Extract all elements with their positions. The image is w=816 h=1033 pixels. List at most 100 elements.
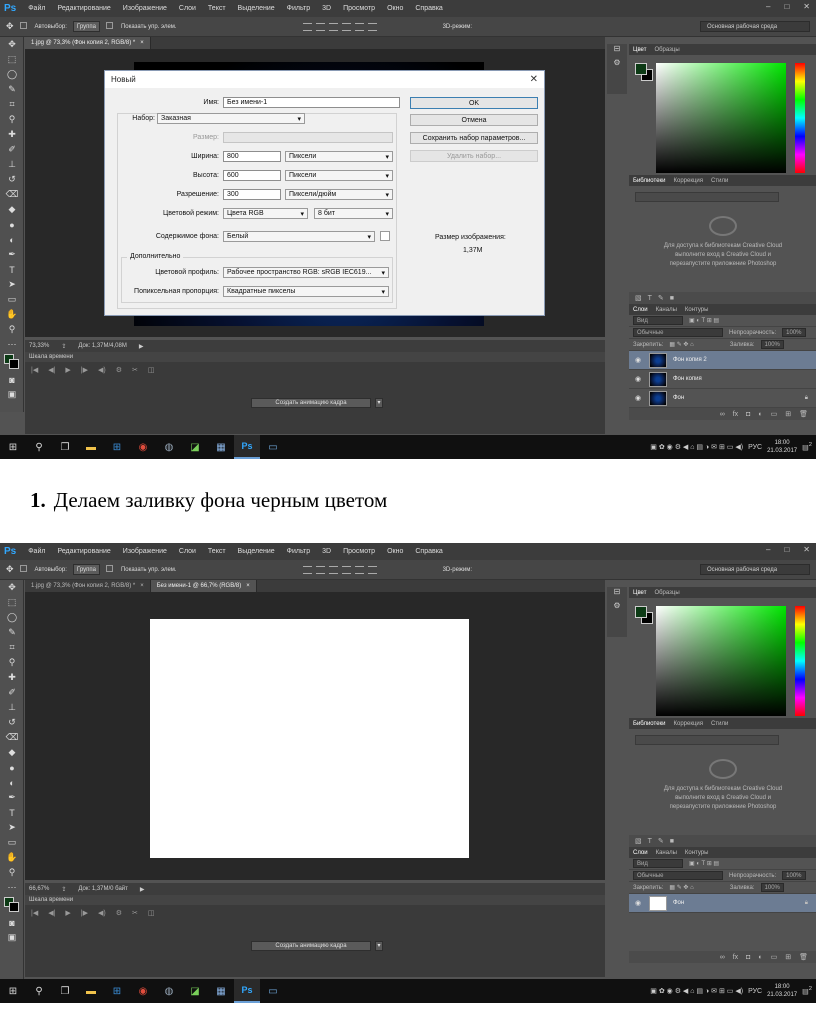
paint-bucket-icon[interactable]: ◆ (0, 202, 24, 217)
properties-icon[interactable]: ⚙ (607, 601, 627, 615)
notification-icon[interactable]: ▤2 (802, 442, 812, 451)
tab-layers[interactable]: Слои (633, 307, 648, 313)
create-animation-button[interactable]: Создать анимацию кадра (251, 941, 371, 951)
brush-tool-icon[interactable]: ✐ (0, 142, 24, 157)
stamp-tool-icon[interactable]: ⊥ (0, 700, 24, 715)
opacity-input[interactable]: 100% (782, 328, 806, 337)
explorer-icon[interactable]: ▬ (78, 435, 104, 459)
play-icon[interactable]: ▶ (65, 366, 70, 374)
background-swatch[interactable] (380, 231, 390, 241)
add-color-icon[interactable]: ■ (670, 838, 674, 845)
tab-swatches[interactable]: Образцы (654, 590, 679, 596)
next-frame-icon[interactable]: |▶ (81, 909, 88, 917)
share-icon[interactable]: ⇪ (61, 886, 66, 893)
document-tab[interactable]: 1.jpg @ 73,3% (Фон копия 2, RGB/8) * × (25, 37, 151, 49)
adjustment-icon[interactable]: ◐ (758, 411, 762, 418)
show-controls-checkbox[interactable] (105, 565, 115, 574)
add-brush-icon[interactable]: ✎ (658, 837, 664, 845)
tab-swatches[interactable]: Образцы (654, 47, 679, 53)
animation-dropdown[interactable]: ▾ (375, 941, 383, 951)
align-right-icon[interactable] (367, 22, 377, 31)
menu-file[interactable]: Файл (22, 548, 51, 555)
autoselect-select[interactable]: Группа (72, 564, 100, 575)
move-tool-icon[interactable]: ✥ (6, 21, 14, 32)
tab-adjustments[interactable]: Коррекция (674, 178, 704, 184)
close-icon[interactable]: ✕ (530, 74, 538, 85)
minimize-icon[interactable]: – (766, 545, 770, 554)
add-brush-icon[interactable]: ✎ (658, 294, 664, 302)
arrow-right-icon[interactable]: ▶ (140, 886, 145, 893)
menu-edit[interactable]: Редактирование (51, 5, 116, 12)
healing-brush-icon[interactable]: ✚ (0, 127, 24, 142)
add-graphic-icon[interactable]: ▧ (635, 294, 642, 302)
settings-icon[interactable]: ⚙ (116, 909, 122, 917)
layer-row[interactable]: ◉ Фон 🔒︎ (629, 389, 816, 408)
mask-icon[interactable]: ◘ (746, 954, 750, 961)
eyedropper-icon[interactable]: ⚲ (0, 655, 24, 670)
tab-styles[interactable]: Стили (711, 721, 728, 727)
photoshop-taskbar-icon[interactable]: Ps (234, 435, 260, 459)
close-tab-icon[interactable]: × (140, 583, 144, 589)
notification-icon[interactable]: ▤2 (802, 986, 812, 995)
link-icon[interactable]: ∞ (720, 411, 725, 418)
start-icon[interactable]: ⊞ (0, 435, 26, 459)
layer-row[interactable]: ◉ Фон копия 2 (629, 351, 816, 370)
explorer-icon[interactable]: ▬ (78, 979, 104, 1003)
brush-tool-icon[interactable]: ✐ (0, 685, 24, 700)
arrow-right-icon[interactable]: ▶ (139, 343, 144, 350)
height-unit-select[interactable]: Пиксели ▾ (285, 170, 393, 181)
show-controls-checkbox[interactable] (105, 22, 115, 31)
lock-icons[interactable]: ▦ ✎ ✥ ⌂ (669, 341, 693, 348)
next-frame-icon[interactable]: |▶ (81, 366, 88, 374)
menu-filter[interactable]: Фильтр (281, 5, 317, 12)
autoselect-checkbox[interactable] (19, 22, 29, 31)
resolution-unit-select[interactable]: Пиксели/дюйм ▾ (285, 189, 393, 200)
paint-bucket-icon[interactable]: ◆ (0, 745, 24, 760)
hue-slider[interactable] (795, 606, 805, 716)
settings-icon[interactable]: ⚙ (116, 366, 122, 374)
lock-icons[interactable]: ▦ ✎ ✥ ⌂ (669, 884, 693, 891)
height-field[interactable]: 600 (223, 170, 281, 181)
workspace-select[interactable]: Основная рабочая среда (700, 564, 810, 575)
prev-frame-icon[interactable]: ◀| (48, 366, 55, 374)
clock[interactable]: 18:00 21.03.2017 (767, 983, 797, 999)
task-view-icon[interactable]: ❐ (52, 435, 78, 459)
tab-libraries[interactable]: Библиотеки (633, 178, 666, 184)
document-tab[interactable]: 1.jpg @ 73,3% (Фон копия 2, RGB/8) * × (25, 580, 151, 592)
screen-mode-icon[interactable]: ▣ (0, 387, 24, 402)
editor-icon[interactable]: ◪ (182, 435, 208, 459)
align-bottom-icon[interactable] (328, 565, 338, 574)
color-swatches[interactable] (0, 352, 24, 372)
pen-tool-icon[interactable]: ✒ (0, 790, 24, 805)
tray-icons[interactable]: ▣ ✿ ◉ ⚙ ◀ ⌂ ▤ ◑ ✉ ⊞ ▭ ◀) (650, 987, 743, 995)
history-brush-icon[interactable]: ↺ (0, 172, 24, 187)
hand-tool-icon[interactable]: ✋ (0, 850, 24, 865)
lasso-tool-icon[interactable]: ◯ (0, 67, 24, 82)
blend-mode-select[interactable]: Обычные (633, 328, 723, 337)
filter-icons[interactable]: ▣ ◐ T ⊞ ▤ (689, 317, 719, 324)
cancel-button[interactable]: Отмена (410, 114, 538, 126)
healing-brush-icon[interactable]: ✚ (0, 670, 24, 685)
zoom-level[interactable]: 73,33% (29, 343, 49, 349)
rectangle-tool-icon[interactable]: ▭ (0, 835, 24, 850)
audio-icon[interactable]: ◀) (98, 366, 106, 374)
preset-select[interactable]: Заказная ▾ (157, 113, 305, 124)
bit-depth-select[interactable]: 8 бит ▾ (314, 208, 393, 219)
first-frame-icon[interactable]: |◀ (31, 909, 38, 917)
menu-layers[interactable]: Слои (173, 5, 202, 12)
zoom-level[interactable]: 66,67% (29, 886, 49, 892)
move-tool-icon[interactable]: ✥ (6, 564, 14, 575)
color-mode-select[interactable]: Цвета RGB ▾ (223, 208, 308, 219)
add-graphic-icon[interactable]: ▧ (635, 837, 642, 845)
menu-select[interactable]: Выделение (232, 548, 281, 555)
path-select-icon[interactable]: ➤ (0, 277, 24, 292)
app-icon[interactable]: ◍ (156, 979, 182, 1003)
trash-icon[interactable]: 🗑︎ (799, 410, 808, 418)
fill-input[interactable]: 100% (760, 883, 784, 892)
close-icon[interactable]: ✕ (803, 545, 810, 554)
library-dropdown[interactable] (635, 192, 779, 202)
align-bottom-icon[interactable] (328, 22, 338, 31)
background-select[interactable]: Белый ▾ (223, 231, 375, 242)
quick-select-icon[interactable]: ✎ (0, 82, 24, 97)
crop-tool-icon[interactable]: ⌗ (0, 640, 24, 655)
